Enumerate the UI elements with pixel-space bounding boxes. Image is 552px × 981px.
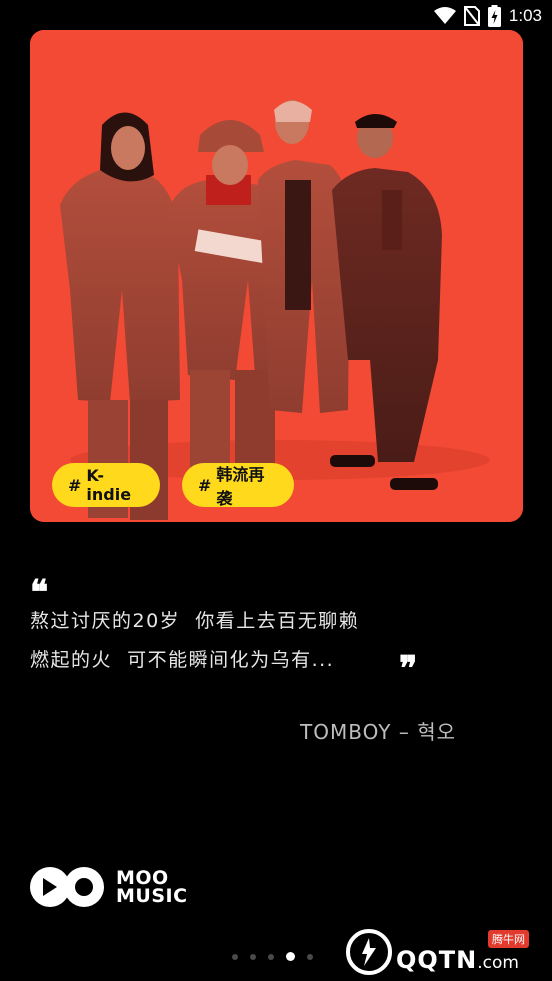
status-time: 1:03 <box>508 6 542 25</box>
tag-k-indie[interactable]: # K-indie <box>52 463 160 507</box>
hero-card[interactable] <box>30 30 523 522</box>
lyric-line-1: 熬过讨厌的20岁 你看上去百无聊赖 <box>30 610 360 632</box>
page-dot <box>232 953 238 960</box>
moo-music-logo-icon <box>30 867 104 907</box>
watermark-text: QQTN.com <box>396 946 519 974</box>
tag-label: K-indie <box>86 466 132 504</box>
watermark-logo-icon <box>346 929 392 975</box>
watermark-name: QQTN <box>396 946 478 974</box>
page-dot <box>307 953 313 960</box>
tag-korean-wave[interactable]: # 韩流再袭 <box>182 463 294 508</box>
song-attribution: TOMBOY – 혁오 <box>300 720 456 744</box>
close-quote-icon: ❞ <box>399 649 417 689</box>
no-sim-icon <box>463 6 480 26</box>
lyric-line-2: 燃起的火 可不能瞬间化为乌有... <box>30 649 335 671</box>
brand-logo: MOO MUSIC <box>30 866 188 908</box>
status-bar: 1:03 <box>0 0 552 32</box>
page-dot <box>268 953 274 960</box>
open-quote-icon: ❝ <box>30 573 48 613</box>
wifi-icon <box>433 7 456 24</box>
watermark-suffix: .com <box>477 953 519 973</box>
page-dot-active <box>286 952 295 961</box>
page-indicator <box>232 952 313 961</box>
tag-label: 韩流再袭 <box>216 465 265 508</box>
battery-charging-icon <box>487 5 501 27</box>
qqtn-watermark: 腾牛网 QQTN.com <box>340 924 546 976</box>
brand-wordmark: MOO MUSIC <box>116 869 188 907</box>
page-dot <box>250 953 256 960</box>
band-photo-image <box>30 30 523 522</box>
brand-line-2: MUSIC <box>116 885 188 907</box>
hash-icon: # <box>68 475 82 495</box>
hash-icon: # <box>198 475 212 495</box>
